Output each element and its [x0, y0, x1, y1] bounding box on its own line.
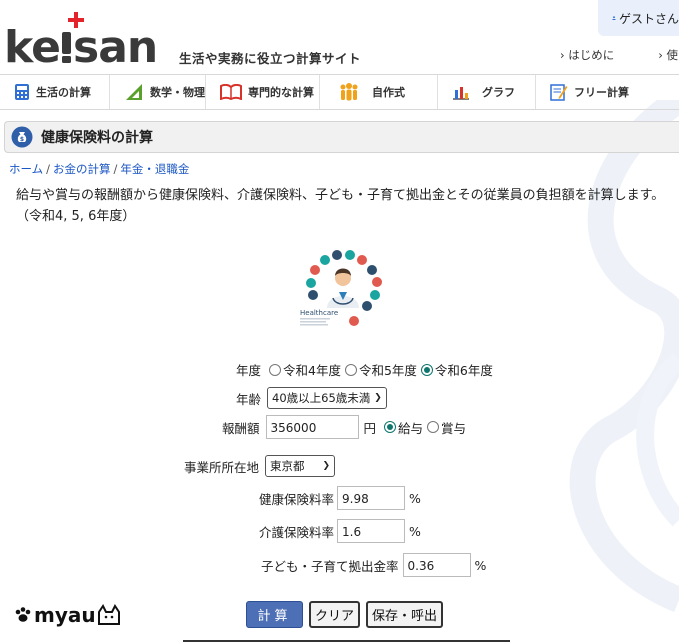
health-rate-label: 健康保険料率: [259, 491, 335, 507]
healthcare-illustration: Healthcare: [300, 250, 382, 326]
nav-item-free[interactable]: フリー計算: [536, 75, 679, 109]
user-icon: [612, 16, 616, 20]
nav-label: フリー計算: [574, 86, 629, 99]
nav-item-math[interactable]: 数学・物理: [110, 75, 206, 109]
percent-unit: %: [409, 523, 421, 539]
care-rate-input[interactable]: 1.6: [337, 519, 406, 543]
yen-unit: 円: [363, 420, 377, 436]
book-icon: [220, 84, 242, 100]
care-rate-label: 介護保険料率: [259, 524, 335, 540]
year-row: 年度 令和4年度 令和5年度 令和6年度: [236, 360, 497, 379]
svg-text:$: $: [20, 136, 24, 143]
triangle-ruler-icon: [126, 84, 142, 100]
clear-button[interactable]: クリア: [309, 601, 360, 628]
nav-label: 専門的な計算: [248, 86, 314, 99]
radio-circle-checked[interactable]: [420, 363, 433, 376]
top-links: › はじめに › 使い: [560, 47, 679, 63]
description-years: （令和4, 5, 6年度）: [16, 209, 136, 224]
illustration-caption: Healthcare: [300, 309, 338, 317]
radio-circle[interactable]: [344, 363, 357, 376]
paw-icon: [15, 607, 31, 622]
percent-unit: %: [409, 490, 421, 506]
radio-circle-checked[interactable]: [384, 421, 397, 433]
bar-chart-icon: [453, 87, 469, 100]
calculate-button[interactable]: 計算: [246, 601, 303, 628]
guest-user-menu[interactable]: ゲストさん: [598, 0, 679, 36]
cat-icon: [97, 604, 120, 625]
top-link-hajimeni[interactable]: › はじめに: [560, 48, 636, 62]
radio-circle[interactable]: [269, 363, 282, 376]
money-bag-icon: $: [11, 126, 33, 148]
pay-type-salary[interactable]: 給与: [384, 418, 423, 437]
nav-label: グラフ: [482, 86, 515, 99]
health-rate-input[interactable]: 9.98: [337, 486, 406, 510]
breadcrumb-money[interactable]: お金の計算: [53, 162, 111, 176]
nav-item-graph[interactable]: グラフ: [438, 75, 536, 109]
pay-label: 報酬額: [222, 420, 260, 436]
year-radio-r5[interactable]: 令和5年度: [344, 360, 417, 379]
people-icon: [340, 83, 358, 101]
svg-text:ke: ke: [4, 22, 60, 70]
nav-label: 数学・物理: [150, 86, 205, 99]
svg-text:san: san: [73, 22, 157, 70]
description-line: 給与や賞与の報酬額から健康保険料、介護保険料、子ども・子育て拠出金とその従業員の…: [16, 188, 665, 203]
page-title-bar: $ 健康保険料の計算: [4, 121, 679, 153]
age-select[interactable]: 40歳以上65歳未満 ❯: [267, 387, 387, 409]
save-load-button[interactable]: 保存・呼出: [366, 601, 443, 628]
child-rate-input[interactable]: 0.36: [402, 553, 471, 577]
keisan-logo[interactable]: ke san: [4, 10, 166, 70]
breadcrumb-home[interactable]: ホーム: [9, 162, 43, 176]
chevron-down-icon: ❯: [374, 393, 382, 403]
pencil-note-icon: [550, 84, 568, 101]
calculator-icon: [15, 84, 29, 100]
pay-amount-input[interactable]: 356000: [265, 415, 359, 439]
watermark-text: myau: [34, 603, 96, 627]
myau-watermark: myau: [14, 603, 122, 627]
pay-type-bonus[interactable]: 賞与: [427, 418, 466, 437]
background-swirl-decoration: [569, 100, 679, 613]
guest-label: ゲストさん: [618, 11, 679, 26]
top-link-tsukaikata[interactable]: › 使い: [658, 48, 679, 62]
page-title: 健康保険料の計算: [41, 130, 153, 146]
pay-row: 報酬額 356000 円 給与 賞与: [222, 415, 470, 439]
location-label: 事業所所在地: [184, 459, 260, 475]
nav-item-life[interactable]: 生活の計算: [0, 75, 110, 109]
health-rate-row: 健康保険料率 9.98 %: [259, 486, 421, 510]
nav-label: 自作式: [372, 86, 405, 99]
site-tagline: 生活や実務に役立つ計算サイト: [179, 51, 362, 66]
nav-label: 生活の計算: [36, 86, 91, 99]
percent-unit: %: [474, 557, 487, 573]
main-nav: 生活の計算 数学・物理 専門的な計算 自作式 グラフ フリー計算: [0, 74, 679, 110]
age-label: 年齢: [236, 391, 262, 407]
radio-circle[interactable]: [427, 421, 440, 433]
child-rate-row: 子ども・子育て拠出金率 0.36 %: [261, 553, 486, 577]
location-select[interactable]: 東京都 ❯: [265, 455, 336, 477]
year-radio-r6[interactable]: 令和6年度: [420, 360, 493, 379]
year-label: 年度: [236, 363, 262, 378]
page-description: 給与や賞与の報酬額から健康保険料、介護保険料、子ども・子育て拠出金とその従業員の…: [16, 185, 676, 227]
nav-item-custom[interactable]: 自作式: [320, 75, 438, 109]
year-radio-r4[interactable]: 令和4年度: [269, 360, 341, 379]
age-row: 年齢 40歳以上65歳未満 ❯: [236, 387, 387, 409]
breadcrumb: ホーム / お金の計算 / 年金・退職金: [9, 162, 190, 176]
breadcrumb-pension[interactable]: 年金・退職金: [120, 162, 189, 176]
location-row: 事業所所在地 東京都 ❯: [184, 455, 336, 477]
nav-item-pro[interactable]: 専門的な計算: [206, 75, 320, 109]
care-rate-row: 介護保険料率 1.6 %: [259, 519, 421, 543]
child-rate-label: 子ども・子育て拠出金率: [261, 558, 399, 574]
chevron-down-icon: ❯: [322, 461, 331, 471]
